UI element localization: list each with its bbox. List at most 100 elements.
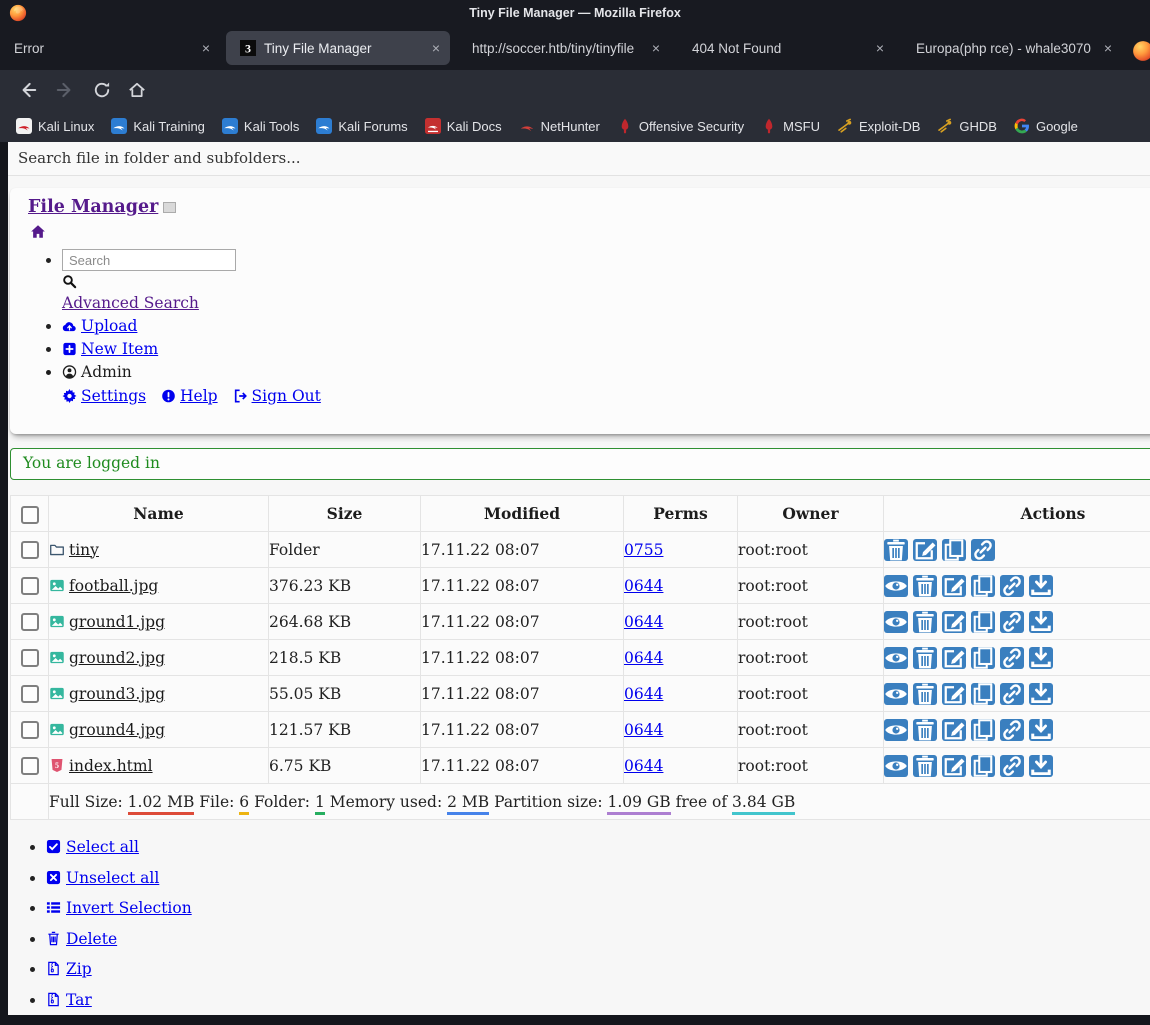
link-action-button[interactable] bbox=[1000, 647, 1024, 669]
advanced-search-link[interactable]: Advanced Search bbox=[62, 294, 199, 312]
bulk-invert-selection-link[interactable]: Invert Selection bbox=[66, 899, 192, 917]
bookmark-kali-training[interactable]: Kali Training bbox=[111, 118, 205, 134]
firefox-account-icon[interactable] bbox=[1132, 40, 1150, 62]
eye-action-button[interactable] bbox=[884, 755, 908, 777]
perms-link[interactable]: 0644 bbox=[624, 757, 663, 775]
link-action-button[interactable] bbox=[971, 539, 995, 561]
file-name-link[interactable]: ground4.jpg bbox=[69, 721, 165, 739]
column-header-name[interactable]: Name bbox=[49, 496, 269, 532]
bulk-delete-link[interactable]: Delete bbox=[66, 930, 117, 948]
tab-close-icon[interactable]: × bbox=[1104, 40, 1112, 56]
file-name-link[interactable]: index.html bbox=[69, 757, 153, 775]
upload-menu-item[interactable]: Upload bbox=[62, 317, 1142, 335]
edit-action-button[interactable] bbox=[942, 575, 966, 597]
forward-button[interactable] bbox=[55, 80, 75, 100]
trash-action-button[interactable] bbox=[913, 683, 937, 705]
new-item-menu-item[interactable]: New Item bbox=[62, 340, 1142, 358]
link-action-button[interactable] bbox=[1000, 755, 1024, 777]
trash-action-button[interactable] bbox=[913, 647, 937, 669]
file-name-link[interactable]: ground1.jpg bbox=[69, 613, 165, 631]
browser-tab[interactable]: Error× bbox=[0, 31, 220, 65]
perms-link[interactable]: 0644 bbox=[624, 721, 663, 739]
trash-action-button[interactable] bbox=[884, 539, 908, 561]
back-button[interactable] bbox=[18, 80, 38, 100]
bulk-tar-link[interactable]: Tar bbox=[66, 991, 92, 1009]
link-action-button[interactable] bbox=[1000, 611, 1024, 633]
row-checkbox[interactable] bbox=[21, 721, 39, 739]
column-header-perms[interactable]: Perms bbox=[624, 496, 738, 532]
trash-action-button[interactable] bbox=[913, 575, 937, 597]
browser-tab[interactable]: http://soccer.htb/tiny/tinyfile× bbox=[458, 31, 670, 65]
copy-action-button[interactable] bbox=[971, 611, 995, 633]
browser-tab[interactable]: 3Tiny File Manager× bbox=[226, 31, 450, 65]
column-header-owner[interactable]: Owner bbox=[738, 496, 884, 532]
file-manager-title-link[interactable]: File Manager bbox=[28, 197, 158, 217]
bulk-zip-link[interactable]: Zip bbox=[66, 960, 92, 978]
bookmark-exploit-db[interactable]: Exploit-DB bbox=[837, 118, 920, 134]
bulk-unselect-all-link[interactable]: Unselect all bbox=[66, 869, 159, 887]
copy-action-button[interactable] bbox=[971, 755, 995, 777]
copy-action-button[interactable] bbox=[971, 575, 995, 597]
eye-action-button[interactable] bbox=[884, 647, 908, 669]
row-checkbox[interactable] bbox=[21, 685, 39, 703]
trash-action-button[interactable] bbox=[913, 755, 937, 777]
perms-link[interactable]: 0644 bbox=[624, 649, 663, 667]
copy-action-button[interactable] bbox=[971, 647, 995, 669]
download-action-button[interactable] bbox=[1029, 719, 1053, 741]
browser-tab[interactable]: 404 Not Found× bbox=[678, 31, 894, 65]
perms-link[interactable]: 0644 bbox=[624, 577, 663, 595]
copy-action-button[interactable] bbox=[971, 719, 995, 741]
edit-action-button[interactable] bbox=[942, 755, 966, 777]
bookmark-google[interactable]: Google bbox=[1014, 118, 1078, 134]
bookmark-offensive-security[interactable]: Offensive Security bbox=[617, 118, 744, 134]
search-input[interactable] bbox=[62, 249, 236, 271]
sign-out-link[interactable]: Sign Out bbox=[252, 387, 321, 405]
bulk-select-all-link[interactable]: Select all bbox=[66, 838, 139, 856]
copy-action-button[interactable] bbox=[971, 683, 995, 705]
select-all-checkbox[interactable] bbox=[21, 506, 39, 524]
perms-link[interactable]: 0644 bbox=[624, 613, 663, 631]
link-action-button[interactable] bbox=[1000, 719, 1024, 741]
link-action-button[interactable] bbox=[1000, 683, 1024, 705]
link-action-button[interactable] bbox=[1000, 575, 1024, 597]
eye-action-button[interactable] bbox=[884, 683, 908, 705]
bookmark-nethunter[interactable]: NetHunter bbox=[519, 118, 600, 134]
file-name-link[interactable]: football.jpg bbox=[69, 577, 158, 595]
trash-action-button[interactable] bbox=[913, 719, 937, 741]
copy-action-button[interactable] bbox=[942, 539, 966, 561]
upload-link[interactable]: Upload bbox=[81, 317, 137, 335]
column-header-actions[interactable]: Actions bbox=[884, 496, 1150, 532]
tab-close-icon[interactable]: × bbox=[432, 40, 440, 56]
tab-close-icon[interactable]: × bbox=[652, 40, 660, 56]
browser-tab[interactable]: Europa(php rce) - whale3070× bbox=[902, 31, 1122, 65]
bookmark-kali-tools[interactable]: Kali Tools bbox=[222, 118, 299, 134]
home-button[interactable] bbox=[127, 80, 147, 100]
column-header-size[interactable]: Size bbox=[269, 496, 421, 532]
row-checkbox[interactable] bbox=[21, 613, 39, 631]
edit-action-button[interactable] bbox=[942, 647, 966, 669]
row-checkbox[interactable] bbox=[21, 577, 39, 595]
file-name-link[interactable]: ground3.jpg bbox=[69, 685, 165, 703]
download-action-button[interactable] bbox=[1029, 647, 1053, 669]
home-folder-icon[interactable] bbox=[30, 224, 46, 239]
edit-action-button[interactable] bbox=[942, 611, 966, 633]
tab-close-icon[interactable]: × bbox=[202, 40, 210, 56]
row-checkbox[interactable] bbox=[21, 649, 39, 667]
bookmark-kali-linux[interactable]: Kali Linux bbox=[16, 118, 94, 134]
edit-action-button[interactable] bbox=[942, 719, 966, 741]
file-name-link[interactable]: tiny bbox=[69, 541, 99, 559]
eye-action-button[interactable] bbox=[884, 719, 908, 741]
reload-button[interactable] bbox=[92, 80, 112, 100]
bookmark-msfu[interactable]: MSFU bbox=[761, 118, 820, 134]
perms-link[interactable]: 0755 bbox=[624, 541, 663, 559]
edit-action-button[interactable] bbox=[942, 683, 966, 705]
new-item-link[interactable]: New Item bbox=[81, 340, 158, 358]
settings-link[interactable]: Settings bbox=[81, 387, 146, 405]
bookmark-ghdb[interactable]: GHDB bbox=[937, 118, 997, 134]
column-header-modified[interactable]: Modified bbox=[421, 496, 624, 532]
row-checkbox[interactable] bbox=[21, 541, 39, 559]
tab-close-icon[interactable]: × bbox=[876, 40, 884, 56]
download-action-button[interactable] bbox=[1029, 611, 1053, 633]
download-action-button[interactable] bbox=[1029, 755, 1053, 777]
eye-action-button[interactable] bbox=[884, 611, 908, 633]
